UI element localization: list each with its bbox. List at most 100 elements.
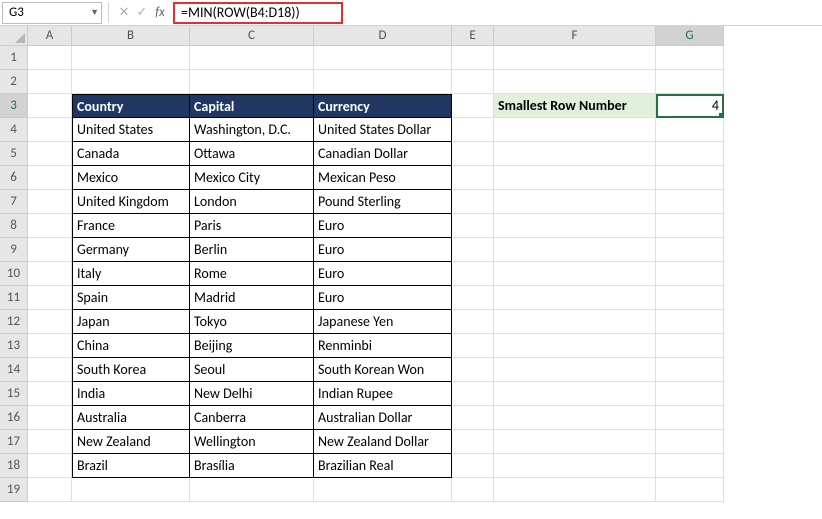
row-header-2[interactable]: 2: [0, 70, 28, 94]
row-header-14[interactable]: 14: [0, 358, 28, 382]
cell-country-8[interactable]: Japan: [72, 310, 190, 334]
cell-E[interactable]: [452, 382, 494, 406]
header-country[interactable]: Country: [72, 94, 190, 118]
row-header-10[interactable]: 10: [0, 262, 28, 286]
cell-F[interactable]: [494, 70, 656, 94]
cell-A[interactable]: [28, 430, 72, 454]
cell-country-13[interactable]: New Zealand: [72, 430, 190, 454]
cell-currency-0[interactable]: United States Dollar: [314, 118, 452, 142]
cell-E[interactable]: [452, 46, 494, 70]
cell-country-6[interactable]: Italy: [72, 262, 190, 286]
cell-A[interactable]: [28, 382, 72, 406]
row-header-12[interactable]: 12: [0, 310, 28, 334]
cell-F[interactable]: [494, 286, 656, 310]
cell-G[interactable]: [656, 334, 724, 358]
column-header-C[interactable]: C: [190, 26, 314, 46]
name-box[interactable]: G3 ▼: [2, 2, 102, 24]
cell-F[interactable]: [494, 238, 656, 262]
row-header-6[interactable]: 6: [0, 166, 28, 190]
cell-country-14[interactable]: Brazil: [72, 454, 190, 478]
cell-G[interactable]: [656, 382, 724, 406]
cell-A[interactable]: [28, 262, 72, 286]
cell-A[interactable]: [28, 190, 72, 214]
cell-G[interactable]: [656, 430, 724, 454]
cell-A[interactable]: [28, 334, 72, 358]
cell-E[interactable]: [452, 358, 494, 382]
cell-F[interactable]: [494, 214, 656, 238]
cell-G[interactable]: [656, 286, 724, 310]
cell-B[interactable]: [72, 70, 190, 94]
cell-currency-3[interactable]: Pound Sterling: [314, 190, 452, 214]
cell-A[interactable]: [28, 214, 72, 238]
cell-A[interactable]: [28, 46, 72, 70]
cell-G[interactable]: [656, 310, 724, 334]
row-header-15[interactable]: 15: [0, 382, 28, 406]
cell-country-10[interactable]: South Korea: [72, 358, 190, 382]
cell-capital-7[interactable]: Madrid: [190, 286, 314, 310]
cell-E[interactable]: [452, 430, 494, 454]
cell-E[interactable]: [452, 118, 494, 142]
cell-C[interactable]: [190, 46, 314, 70]
cell-A[interactable]: [28, 478, 72, 502]
column-header-E[interactable]: E: [452, 26, 494, 46]
cell-A[interactable]: [28, 118, 72, 142]
cell-currency-14[interactable]: Brazilian Real: [314, 454, 452, 478]
cell-B[interactable]: [72, 46, 190, 70]
cell-country-11[interactable]: India: [72, 382, 190, 406]
cell-country-7[interactable]: Spain: [72, 286, 190, 310]
row-header-18[interactable]: 18: [0, 454, 28, 478]
cell-F[interactable]: [494, 430, 656, 454]
cell-F[interactable]: [494, 334, 656, 358]
cell-capital-14[interactable]: Brasília: [190, 454, 314, 478]
cell-E[interactable]: [452, 70, 494, 94]
cell-F[interactable]: [494, 46, 656, 70]
cell-capital-11[interactable]: New Delhi: [190, 382, 314, 406]
cell-F[interactable]: [494, 382, 656, 406]
name-box-dropdown-icon[interactable]: ▼: [90, 7, 99, 18]
cell-E[interactable]: [452, 214, 494, 238]
cell-E[interactable]: [452, 334, 494, 358]
cell-currency-9[interactable]: Renminbi: [314, 334, 452, 358]
column-header-A[interactable]: A: [28, 26, 72, 46]
row-header-8[interactable]: 8: [0, 214, 28, 238]
cell-F[interactable]: [494, 262, 656, 286]
cell-E[interactable]: [452, 262, 494, 286]
header-currency[interactable]: Currency: [314, 94, 452, 118]
cells-area[interactable]: CountryCapitalCurrency Smallest Row Numbe…: [28, 46, 822, 502]
cell-E[interactable]: [452, 166, 494, 190]
cell-G[interactable]: [656, 46, 724, 70]
cell-currency-10[interactable]: South Korean Won: [314, 358, 452, 382]
cell-E[interactable]: [452, 190, 494, 214]
cell-D[interactable]: [314, 46, 452, 70]
header-capital[interactable]: Capital: [190, 94, 314, 118]
column-header-F[interactable]: F: [494, 26, 656, 46]
cell-A[interactable]: [28, 70, 72, 94]
cell-D[interactable]: [314, 478, 452, 502]
cell-F[interactable]: [494, 190, 656, 214]
cell-G[interactable]: [656, 478, 724, 502]
cell-G[interactable]: [656, 454, 724, 478]
row-header-9[interactable]: 9: [0, 238, 28, 262]
cell-capital-1[interactable]: Ottawa: [190, 142, 314, 166]
cell-currency-5[interactable]: Euro: [314, 238, 452, 262]
cell-capital-5[interactable]: Berlin: [190, 238, 314, 262]
cell-C[interactable]: [190, 70, 314, 94]
cell-B[interactable]: [72, 478, 190, 502]
cell-E[interactable]: [452, 238, 494, 262]
row-header-19[interactable]: 19: [0, 478, 28, 502]
cell-currency-12[interactable]: Australian Dollar: [314, 406, 452, 430]
cell-G[interactable]: [656, 214, 724, 238]
smallest-row-label[interactable]: Smallest Row Number: [494, 94, 656, 118]
cell-country-2[interactable]: Mexico: [72, 166, 190, 190]
cell-country-9[interactable]: China: [72, 334, 190, 358]
cell-capital-6[interactable]: Rome: [190, 262, 314, 286]
cell-currency-7[interactable]: Euro: [314, 286, 452, 310]
cell-G[interactable]: [656, 118, 724, 142]
cell-E[interactable]: [452, 286, 494, 310]
cell-G[interactable]: [656, 406, 724, 430]
cell-currency-4[interactable]: Euro: [314, 214, 452, 238]
row-header-17[interactable]: 17: [0, 430, 28, 454]
cell-currency-11[interactable]: Indian Rupee: [314, 382, 452, 406]
column-header-G[interactable]: G: [656, 26, 724, 46]
cell-G[interactable]: [656, 238, 724, 262]
